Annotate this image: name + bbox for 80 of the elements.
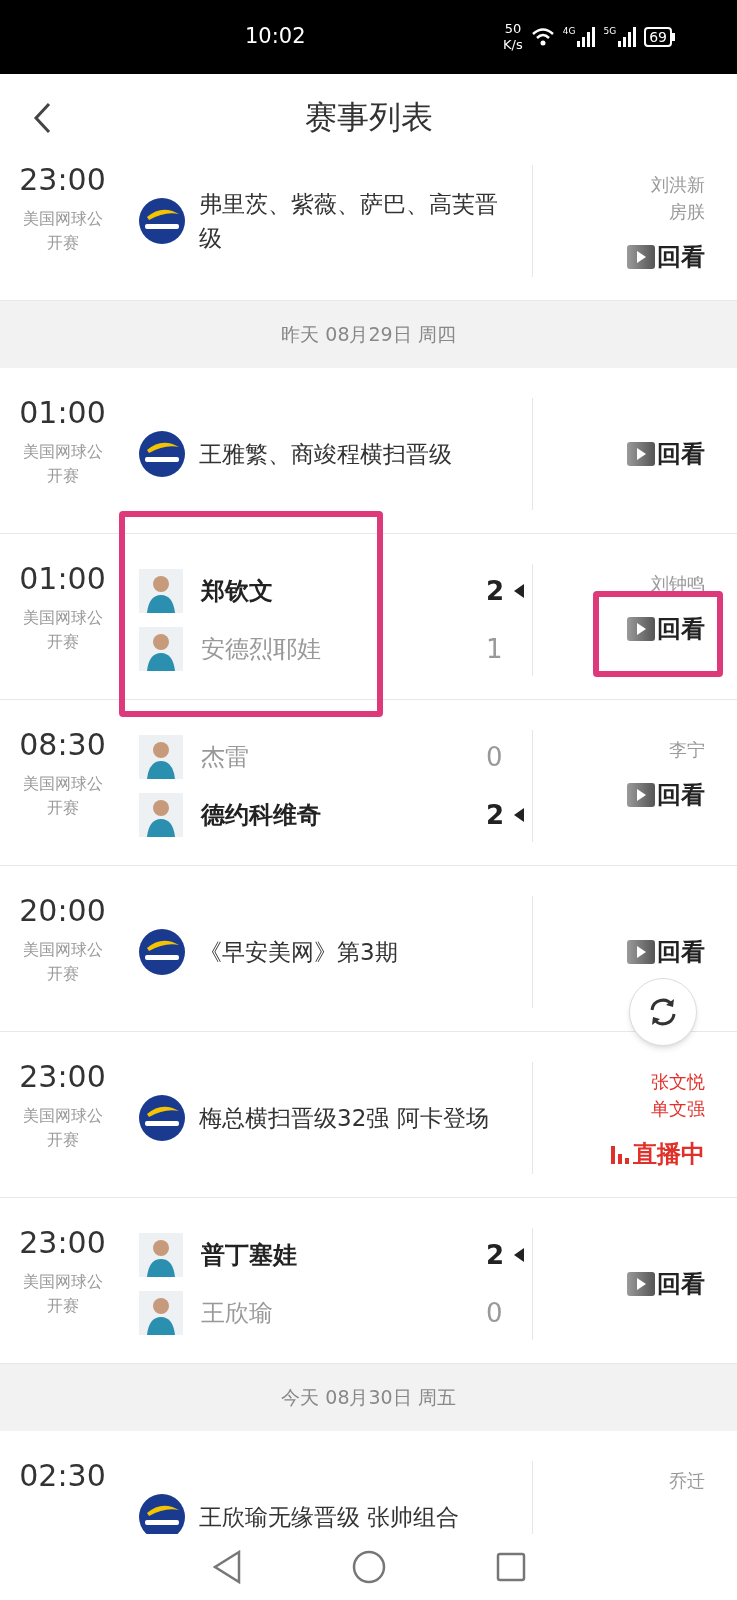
- winner-marker-icon: [514, 584, 524, 598]
- back-icon: [32, 102, 52, 134]
- match-time: 23:00: [19, 165, 106, 195]
- program-title: 弗里茨、紫薇、萨巴、高芙晋级: [199, 190, 499, 253]
- back-button[interactable]: [32, 102, 52, 134]
- player-score: 2: [486, 798, 506, 832]
- player-name: 德约科维奇: [201, 800, 322, 831]
- tournament-logo-icon: [139, 929, 185, 975]
- event-name: 美国网球公开赛: [21, 607, 104, 653]
- replay-button[interactable]: 回看: [627, 777, 705, 813]
- event-name: 美国网球公开赛: [21, 441, 104, 487]
- date-header: 昨天 08月29日 周四: [281, 322, 456, 348]
- player-name: 王欣瑜: [201, 1298, 274, 1329]
- signal-icon: [577, 27, 596, 47]
- winner-marker-icon: [514, 1248, 524, 1262]
- commentator-name: 乔迁: [669, 1469, 705, 1493]
- date-header: 今天 08月30日 周五: [281, 1385, 456, 1411]
- player-score: 2: [486, 1238, 506, 1272]
- play-icon: [627, 442, 655, 466]
- network-type: 5G: [603, 27, 617, 36]
- live-button[interactable]: 直播中: [609, 1136, 705, 1172]
- event-name: 美国网球公开赛: [21, 208, 104, 254]
- replay-button[interactable]: 回看: [627, 1266, 705, 1302]
- tournament-logo-icon: [139, 1095, 185, 1141]
- player-name: 安德烈耶娃: [201, 634, 322, 665]
- network-speed: 50 K/s: [503, 21, 523, 53]
- program-title: 梅总横扫晋级32强 阿卡登场: [199, 1104, 490, 1133]
- page-title: 赛事列表: [304, 97, 433, 138]
- match-time: 01:00: [19, 564, 106, 594]
- player-name: 普丁塞娃: [201, 1240, 298, 1271]
- event-name: 美国网球公开赛: [21, 939, 104, 985]
- commentator-name: 房朕: [669, 200, 705, 224]
- network-type: 4G: [562, 27, 576, 36]
- match-time: 08:30: [19, 730, 106, 760]
- battery-icon: 69: [644, 27, 672, 47]
- tournament-logo-icon: [139, 431, 185, 477]
- wifi-icon: [530, 27, 555, 47]
- play-icon: [627, 783, 655, 807]
- replay-button[interactable]: 回看: [627, 934, 705, 970]
- play-icon: [627, 1272, 655, 1296]
- player-score: 0: [486, 740, 504, 774]
- player-avatar: [139, 1233, 183, 1277]
- player-score: 2: [486, 574, 506, 608]
- nav-back-icon[interactable]: [211, 1550, 242, 1584]
- event-name: 美国网球公开赛: [21, 1271, 104, 1317]
- replay-button[interactable]: 回看: [627, 239, 705, 275]
- player-name: 郑钦文: [201, 576, 274, 607]
- match-time: 23:00: [19, 1228, 106, 1258]
- nav-home-icon[interactable]: [351, 1550, 386, 1584]
- play-icon: [627, 617, 655, 641]
- player-avatar: [139, 735, 183, 779]
- replay-button[interactable]: 回看: [627, 436, 705, 472]
- player-avatar: [139, 1291, 183, 1335]
- match-time: 20:00: [19, 896, 106, 926]
- player-score: 0: [486, 1296, 504, 1330]
- match-time: 02:30: [19, 1461, 106, 1491]
- winner-marker-icon: [514, 808, 524, 822]
- status-time: 10:02: [245, 23, 306, 51]
- event-name: 美国网球公开赛: [21, 773, 104, 819]
- player-avatar: [139, 627, 183, 671]
- signal-icon: [618, 27, 637, 47]
- play-icon: [627, 245, 655, 269]
- program-title: 王雅繁、商竣程横扫晋级: [199, 440, 453, 469]
- commentator-name: 李宁: [669, 738, 705, 762]
- player-avatar: [139, 793, 183, 837]
- program-title: 王欣瑜无缘晋级 张帅组合: [199, 1503, 461, 1532]
- player-name: 杰雷: [201, 742, 250, 773]
- nav-recents-icon[interactable]: [495, 1552, 526, 1582]
- event-name: 美国网球公开赛: [21, 1105, 104, 1151]
- tournament-logo-icon: [139, 198, 185, 244]
- player-avatar: [139, 569, 183, 613]
- replay-button[interactable]: 回看: [627, 611, 705, 647]
- commentator-name: 刘洪新: [651, 173, 705, 197]
- program-title: 《早安美网》第3期: [199, 938, 399, 967]
- commentator-name: 张文悦: [651, 1070, 705, 1094]
- player-score: 1: [486, 632, 504, 666]
- play-icon: [627, 940, 655, 964]
- match-time: 23:00: [19, 1062, 106, 1092]
- match-time: 01:00: [19, 398, 106, 428]
- commentator-name: 单文强: [651, 1097, 705, 1121]
